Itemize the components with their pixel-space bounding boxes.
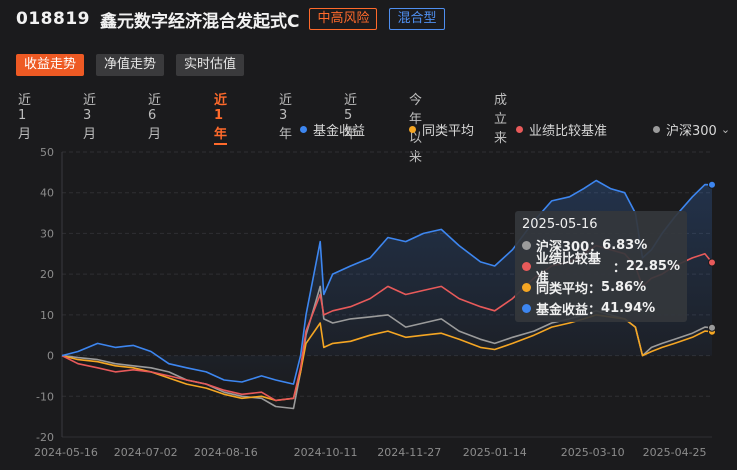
y-tick-label: 10	[40, 309, 54, 322]
x-tick-label: 2025-04-25	[643, 446, 707, 459]
x-tick-label: 2025-03-10	[561, 446, 625, 459]
data-tooltip: 2025-05-16 沪深300： 6.83% 业绩比较基准： 22.85% 同类平…	[515, 211, 687, 322]
tooltip-value: 22.85%	[625, 259, 680, 274]
y-tick-label: 0	[47, 350, 54, 363]
y-tick-label: -10	[36, 390, 54, 403]
tooltip-label: 同类平均	[536, 282, 589, 297]
tooltip-dot-icon	[522, 304, 531, 313]
tooltip-label: 基金收益	[536, 303, 589, 318]
tooltip-sep: ：	[588, 303, 602, 318]
tooltip-sep: ：	[612, 261, 626, 276]
csi300-end-marker	[708, 323, 716, 332]
benchmark-end-marker	[708, 258, 716, 267]
tooltip-dot-icon	[522, 262, 531, 271]
tooltip-row-peer-average: 同类平均： 5.86%	[522, 277, 680, 298]
tooltip-row-benchmark: 业绩比较基准： 22.85%	[522, 252, 680, 286]
tooltip-sep: ：	[588, 282, 602, 297]
tooltip-value: 41.94%	[601, 301, 656, 316]
y-tick-label: -20	[36, 431, 54, 444]
tooltip-dot-icon	[522, 283, 531, 292]
y-tick-label: 50	[40, 146, 54, 159]
tooltip-row-fund-return: 基金收益： 41.94%	[522, 298, 680, 319]
tooltip-date: 2025-05-16	[522, 217, 598, 232]
fund-return-end-marker	[708, 180, 716, 189]
x-tick-label: 2025-01-14	[463, 446, 527, 459]
x-tick-label: 2024-10-11	[294, 446, 358, 459]
tooltip-value: 5.86%	[601, 280, 647, 295]
x-tick-label: 2024-07-02	[114, 446, 178, 459]
x-tick-label: 2024-11-27	[377, 446, 441, 459]
y-tick-label: 40	[40, 187, 54, 200]
y-tick-label: 20	[40, 268, 54, 281]
x-tick-label: 2024-08-16	[194, 446, 258, 459]
tooltip-dot-icon	[522, 241, 531, 250]
y-tick-label: 30	[40, 227, 54, 240]
x-tick-label: 2024-05-16	[34, 446, 98, 459]
